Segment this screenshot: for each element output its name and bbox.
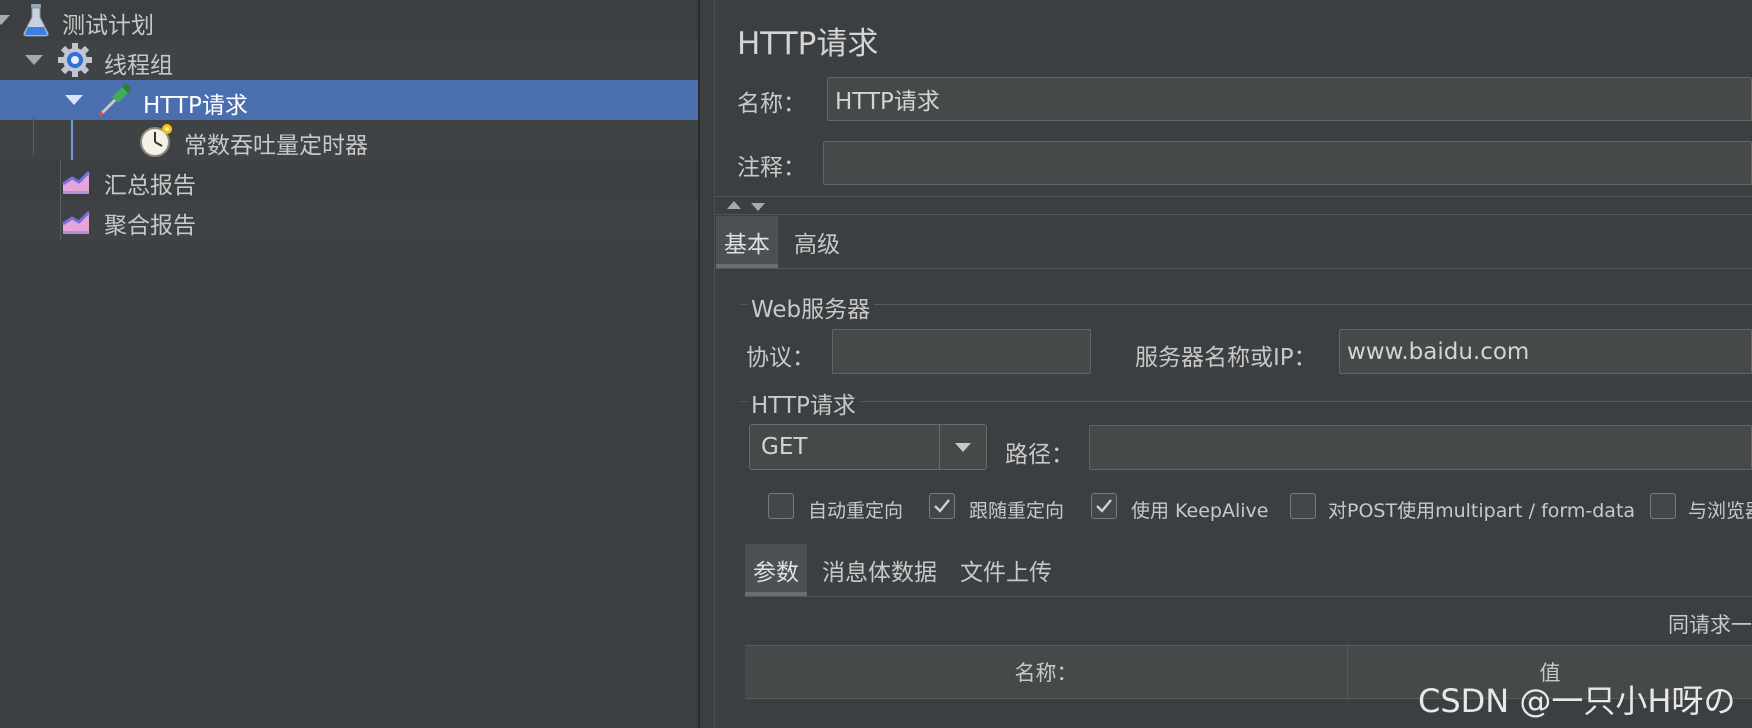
gear-icon	[57, 42, 93, 78]
tab-file-upload-label: 文件上传	[960, 560, 1052, 586]
name-field-value: HTTP请求	[835, 89, 940, 115]
browser-compatible-checkbox[interactable]	[1650, 493, 1676, 519]
tab-basic-label: 基本	[724, 232, 770, 258]
name-field[interactable]: HTTP请求	[827, 77, 1752, 121]
tree-item-test-plan[interactable]: 测试计划	[0, 0, 698, 40]
path-label: 路径：	[1005, 442, 1074, 468]
chart-report-icon	[58, 162, 94, 198]
watermark: CSDN @一只小H呀の	[1418, 682, 1736, 720]
tree-item-http-request[interactable]: HTTP请求	[0, 80, 698, 120]
test-plan-tree: 测试计划 线程组 HTTP请求 常数吞吐量定时器 汇总报告 聚合报告	[0, 0, 698, 728]
expand-down-icon[interactable]	[751, 203, 765, 211]
tree-item-label: HTTP请求	[143, 93, 248, 119]
tree-item-thread-group[interactable]: 线程组	[0, 40, 698, 80]
protocol-field[interactable]	[832, 329, 1091, 374]
tree-item-label: 汇总报告	[104, 173, 196, 199]
browser-compatible-label: 与浏览器	[1688, 500, 1752, 522]
server-name-field-value: www.baidu.com	[1347, 338, 1530, 365]
send-with-request-label: 同请求一	[1668, 613, 1752, 637]
chevron-down-icon[interactable]	[939, 425, 986, 469]
splitter-edge	[714, 0, 715, 728]
tab-file-upload[interactable]: 文件上传	[952, 544, 1060, 596]
tab-parameters[interactable]: 参数	[745, 544, 807, 596]
tree-item-aggregate-report[interactable]: 聚合报告	[0, 200, 698, 240]
auto-redirect-label: 自动重定向	[808, 500, 904, 522]
checkmark-icon	[1096, 499, 1112, 513]
tab-body-data[interactable]: 消息体数据	[814, 544, 945, 596]
expand-triangle-icon[interactable]	[65, 95, 83, 105]
pipette-icon	[97, 82, 133, 118]
auto-redirect-checkbox[interactable]	[768, 493, 794, 519]
divider	[716, 196, 1752, 197]
tree-guide-line	[60, 160, 61, 240]
keepalive-label: 使用 KeepAlive	[1131, 500, 1269, 522]
tree-item-label: 测试计划	[62, 13, 154, 39]
method-select[interactable]: GET	[749, 424, 987, 470]
tree-item-label: 常数吞吐量定时器	[184, 133, 368, 159]
column-header-name-label: 名称：	[1014, 661, 1078, 685]
tab-parameters-label: 参数	[753, 560, 799, 586]
web-server-group-label: Web服务器	[747, 290, 875, 324]
http-request-group-label: HTTP请求	[747, 386, 860, 420]
keepalive-checkbox[interactable]	[1091, 493, 1117, 519]
expand-triangle-icon[interactable]	[0, 15, 10, 25]
tree-item-label: 线程组	[104, 53, 173, 79]
follow-redirects-checkbox[interactable]	[929, 493, 955, 519]
column-header-name[interactable]: 名称：	[745, 646, 1348, 698]
tree-connector-line	[71, 120, 73, 160]
group-border	[741, 401, 1752, 402]
name-label: 名称：	[737, 91, 806, 117]
divider	[716, 268, 1752, 269]
http-request-panel: HTTP请求 名称： HTTP请求 注释： 基本 高级 Web服务器 协议： 服…	[716, 0, 1752, 728]
path-field[interactable]	[1089, 425, 1752, 470]
collapse-up-icon[interactable]	[727, 201, 741, 209]
tab-basic[interactable]: 基本	[716, 216, 778, 268]
tree-guide-line	[33, 116, 34, 156]
server-name-label: 服务器名称或IP：	[1135, 345, 1317, 371]
divider	[745, 596, 1752, 597]
tab-advanced[interactable]: 高级	[786, 216, 848, 268]
expand-triangle-icon[interactable]	[25, 55, 43, 65]
tree-item-summary-report[interactable]: 汇总报告	[0, 160, 698, 200]
comment-label: 注释：	[737, 155, 806, 181]
splitter[interactable]	[698, 0, 700, 728]
divider	[716, 214, 1752, 215]
server-name-field[interactable]: www.baidu.com	[1339, 329, 1752, 374]
multipart-checkbox[interactable]	[1290, 493, 1316, 519]
method-select-value: GET	[761, 434, 808, 460]
comment-field[interactable]	[823, 141, 1752, 185]
protocol-label: 协议：	[746, 345, 815, 371]
tab-body-data-label: 消息体数据	[822, 560, 937, 586]
tree-item-constant-throughput-timer[interactable]: 常数吞吐量定时器	[0, 120, 698, 160]
checkmark-icon	[934, 499, 950, 513]
tree-item-label: 聚合报告	[104, 213, 196, 239]
stopwatch-icon	[138, 122, 174, 158]
follow-redirects-label: 跟随重定向	[969, 500, 1065, 522]
group-border	[741, 304, 1752, 305]
multipart-label: 对POST使用multipart / form-data	[1328, 500, 1636, 522]
flask-icon	[18, 2, 54, 38]
chart-report-icon	[58, 202, 94, 238]
page-title: HTTP请求	[737, 26, 879, 62]
tab-advanced-label: 高级	[794, 232, 840, 258]
